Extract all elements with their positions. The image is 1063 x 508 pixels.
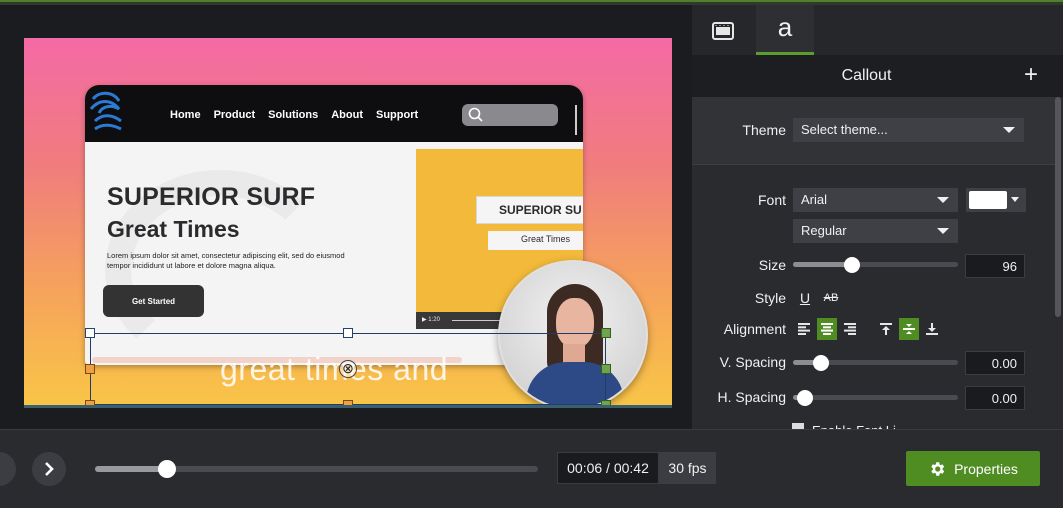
resize-handle-right[interactable] bbox=[601, 364, 611, 374]
rotate-center-icon[interactable]: ⊗ bbox=[339, 360, 357, 378]
align-top-icon bbox=[880, 323, 892, 335]
canvas-bottom-edge bbox=[24, 405, 672, 408]
style-label: Style bbox=[754, 290, 786, 306]
chevron-down-icon bbox=[1003, 127, 1015, 133]
align-middle-icon bbox=[903, 324, 915, 334]
align-center-button[interactable] bbox=[817, 318, 837, 340]
panel-title: Callout bbox=[841, 67, 892, 84]
size-slider-knob[interactable] bbox=[844, 257, 860, 273]
font-value: Arial bbox=[801, 192, 828, 207]
nav-home: Home bbox=[170, 109, 201, 121]
next-button[interactable] bbox=[32, 452, 66, 486]
website-edge bbox=[575, 105, 583, 135]
align-left-icon bbox=[798, 323, 810, 335]
website-navbar: Home Product Solutions About Support bbox=[85, 85, 583, 142]
underline-button[interactable]: U bbox=[795, 287, 815, 309]
video-time: 1:20 bbox=[428, 317, 440, 323]
chevron-down-icon bbox=[1011, 197, 1019, 202]
playback-bar: 00:06 / 00:42 30 fps Properties bbox=[0, 429, 1063, 508]
playhead-knob[interactable] bbox=[158, 460, 176, 478]
align-middle-button[interactable] bbox=[899, 318, 919, 340]
v-spacing-input[interactable]: 0.00 bbox=[965, 351, 1025, 375]
video-canvas[interactable]: Home Product Solutions About Support SUP… bbox=[24, 38, 672, 408]
resize-handle-top[interactable] bbox=[343, 328, 353, 338]
font-color-swatch bbox=[969, 191, 1007, 209]
align-right-button[interactable] bbox=[840, 318, 860, 340]
alignment-label: Alignment bbox=[723, 321, 786, 337]
h-spacing-input[interactable]: 0.00 bbox=[965, 386, 1025, 410]
video-panel-title: SUPERIOR SU bbox=[476, 196, 583, 224]
add-icon[interactable]: + bbox=[1024, 61, 1038, 89]
panel-scrollbar[interactable] bbox=[1055, 97, 1061, 317]
nav-solutions: Solutions bbox=[268, 109, 319, 121]
properties-button[interactable]: Properties bbox=[906, 451, 1040, 486]
website-cta-button: Get Started bbox=[103, 285, 204, 317]
properties-panel: a Callout + Theme Select theme... Font A… bbox=[692, 5, 1063, 431]
time-display: 00:06 / 00:42 bbox=[557, 452, 659, 484]
theme-label: Theme bbox=[742, 122, 786, 138]
size-label: Size bbox=[758, 257, 786, 273]
website-body-text: Lorem ipsum dolor sit amet, consectetur … bbox=[107, 251, 345, 270]
properties-label: Properties bbox=[954, 460, 1018, 477]
align-right-icon bbox=[844, 323, 856, 335]
font-label: Font bbox=[757, 192, 786, 208]
website-subheadline: Great Times bbox=[107, 216, 240, 242]
resize-handle-left[interactable] bbox=[85, 364, 95, 374]
font-weight-dropdown[interactable]: Regular bbox=[793, 219, 958, 243]
strikethrough-button[interactable]: AB bbox=[818, 287, 844, 309]
scrubber-progress bbox=[95, 466, 167, 472]
font-dropdown[interactable]: Arial bbox=[793, 188, 958, 212]
resize-handle-top-left[interactable] bbox=[85, 328, 95, 338]
play-icon: ▶ bbox=[422, 317, 427, 323]
website-headline: SUPERIOR SURF bbox=[107, 183, 316, 211]
nav-support: Support bbox=[376, 109, 419, 121]
h-spacing-label: H. Spacing bbox=[717, 389, 786, 405]
fps-display: 30 fps bbox=[659, 452, 716, 484]
align-bottom-icon bbox=[926, 323, 938, 335]
v-spacing-slider-knob[interactable] bbox=[813, 355, 829, 371]
font-weight-value: Regular bbox=[801, 223, 847, 238]
chevron-down-icon bbox=[937, 228, 949, 234]
resize-handle-top-right[interactable] bbox=[601, 328, 611, 338]
align-left-button[interactable] bbox=[794, 318, 814, 340]
v-spacing-label: V. Spacing bbox=[719, 354, 786, 370]
tab-visual-properties[interactable] bbox=[700, 13, 746, 49]
align-bottom-button[interactable] bbox=[922, 318, 942, 340]
chevron-right-icon bbox=[45, 462, 54, 476]
h-spacing-slider[interactable] bbox=[793, 395, 958, 400]
theme-dropdown[interactable]: Select theme... bbox=[793, 118, 1024, 142]
canvas-area[interactable]: Home Product Solutions About Support SUP… bbox=[0, 5, 690, 429]
panel-tabs: a bbox=[692, 5, 1063, 55]
website-search-bar bbox=[462, 104, 558, 126]
video-panel-subtitle: Great Times bbox=[488, 231, 583, 250]
nav-product: Product bbox=[213, 109, 256, 121]
chevron-down-icon bbox=[937, 197, 949, 203]
align-top-button[interactable] bbox=[876, 318, 896, 340]
align-center-icon bbox=[821, 323, 833, 335]
panel-header: Callout + bbox=[692, 55, 1063, 97]
theme-value: Select theme... bbox=[801, 122, 888, 137]
previous-button[interactable] bbox=[0, 452, 16, 486]
nav-about: About bbox=[331, 109, 363, 121]
size-slider[interactable] bbox=[793, 262, 958, 267]
tab-text-properties[interactable]: a bbox=[756, 5, 814, 55]
h-spacing-slider-knob[interactable] bbox=[797, 390, 813, 406]
font-color-picker[interactable] bbox=[966, 188, 1026, 212]
wave-logo-icon bbox=[89, 91, 122, 131]
film-strip-icon bbox=[712, 22, 734, 40]
gear-icon bbox=[931, 461, 945, 476]
size-input[interactable]: 96 bbox=[965, 254, 1025, 278]
search-icon bbox=[468, 107, 483, 122]
